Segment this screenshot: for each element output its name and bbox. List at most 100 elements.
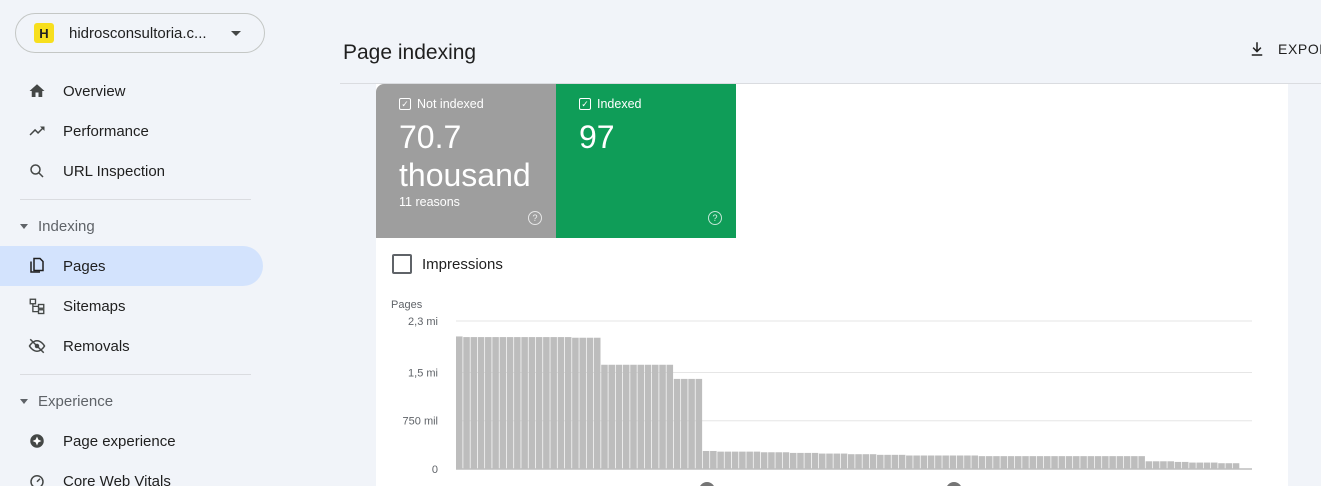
bar	[622, 364, 630, 469]
trending-up-icon	[28, 122, 46, 140]
bar	[804, 452, 811, 469]
caret-down-icon	[20, 223, 28, 229]
bar	[1123, 456, 1131, 469]
sidebar-item-removals[interactable]: Removals	[0, 326, 263, 366]
bar	[935, 455, 942, 469]
bar	[1218, 463, 1225, 469]
section-indexing[interactable]: Indexing	[20, 214, 95, 238]
download-icon	[1251, 42, 1263, 56]
bar	[717, 451, 724, 469]
bar	[492, 337, 499, 469]
page-header: Page indexing EXPOR	[340, 0, 1321, 84]
bar	[1036, 456, 1044, 469]
bar	[768, 452, 775, 469]
tile-label-text: Indexed	[597, 97, 642, 111]
tile-not-indexed[interactable]: ✓ Not indexed 70.7 thousand 11 reasons ?	[376, 84, 556, 238]
caret-down-icon	[20, 398, 28, 404]
checkbox-checked-icon[interactable]: ✓	[399, 98, 411, 110]
bar	[673, 378, 681, 469]
bar	[528, 337, 536, 469]
export-button[interactable]: EXPOR	[1248, 40, 1321, 58]
sidebar-item-label: Removals	[63, 337, 130, 355]
bar	[1189, 462, 1196, 469]
bar	[731, 451, 739, 469]
property-selector[interactable]: H hidrosconsultoria.c...	[15, 13, 265, 53]
bar	[855, 454, 862, 469]
property-name: hidrosconsultoria.c...	[69, 24, 207, 42]
bar	[1029, 456, 1037, 469]
bar	[1203, 462, 1211, 469]
bar	[1094, 456, 1102, 469]
checkbox-checked-icon[interactable]: ✓	[579, 98, 591, 110]
help-icon[interactable]: ?	[708, 211, 722, 225]
bar	[840, 453, 848, 469]
bar	[739, 451, 746, 469]
bar	[630, 364, 637, 469]
y-tick-label: 750 mil	[403, 416, 438, 428]
impressions-toggle[interactable]: Impressions	[392, 254, 503, 274]
bar	[862, 454, 870, 469]
bar	[1174, 461, 1182, 469]
bar	[949, 455, 957, 469]
tile-label: ✓ Indexed	[579, 97, 736, 111]
bar	[833, 453, 841, 469]
bar	[644, 364, 652, 469]
bar	[1131, 456, 1138, 469]
bar	[920, 455, 928, 469]
bar	[1225, 463, 1233, 469]
bar	[615, 364, 623, 469]
eye-off-icon	[28, 337, 46, 355]
bar	[666, 364, 674, 469]
bar	[637, 364, 645, 469]
bar	[1051, 456, 1058, 469]
bar	[1109, 456, 1116, 469]
bar	[1152, 461, 1160, 469]
tile-value: 97	[579, 119, 615, 155]
bar	[535, 337, 543, 469]
bar	[593, 337, 601, 469]
property-logo: H	[34, 23, 54, 43]
sidebar-item-core-web-vitals[interactable]: Core Web Vitals	[0, 461, 263, 486]
checkbox-unchecked-icon[interactable]	[392, 254, 412, 274]
bar	[688, 378, 695, 469]
bar	[579, 337, 586, 469]
bar	[557, 337, 565, 469]
sidebar-item-url-inspection[interactable]: URL Inspection	[0, 151, 263, 191]
sidebar-item-sitemaps[interactable]: Sitemaps	[0, 286, 263, 326]
bar	[746, 451, 753, 469]
bar	[586, 337, 594, 469]
bar	[608, 364, 615, 469]
bar	[1073, 456, 1080, 469]
tile-label-text: Not indexed	[417, 97, 484, 111]
tile-value: 70.7 thousand	[399, 119, 531, 193]
sidebar-item-page-experience[interactable]: Page experience	[0, 421, 263, 461]
bar	[913, 455, 920, 469]
gauge-icon	[28, 472, 46, 486]
bar	[906, 455, 913, 469]
pages-icon	[28, 257, 46, 275]
bar	[499, 337, 507, 469]
tile-indexed[interactable]: ✓ Indexed 97 ?	[556, 84, 736, 238]
bar	[659, 364, 666, 469]
sidebar: H hidrosconsultoria.c... Overview Perfor…	[0, 0, 272, 486]
sidebar-item-label: Performance	[63, 122, 149, 140]
bar	[463, 337, 470, 469]
bar	[956, 455, 964, 469]
bar	[1044, 456, 1051, 469]
bar	[521, 337, 528, 469]
bar	[869, 454, 877, 469]
section-label: Indexing	[38, 217, 95, 235]
section-experience[interactable]: Experience	[20, 389, 113, 413]
bar	[848, 454, 855, 469]
sidebar-item-pages[interactable]: Pages	[0, 246, 263, 286]
sidebar-item-overview[interactable]: Overview	[0, 71, 263, 111]
bar	[1138, 456, 1145, 469]
impressions-label: Impressions	[422, 255, 503, 273]
sidebar-item-performance[interactable]: Performance	[0, 111, 263, 151]
bar	[477, 337, 485, 469]
bar	[993, 456, 1000, 469]
y-tick-label: 1,5 mi	[408, 367, 438, 379]
bar	[1210, 462, 1218, 469]
bar	[601, 364, 608, 469]
help-icon[interactable]: ?	[528, 211, 542, 225]
